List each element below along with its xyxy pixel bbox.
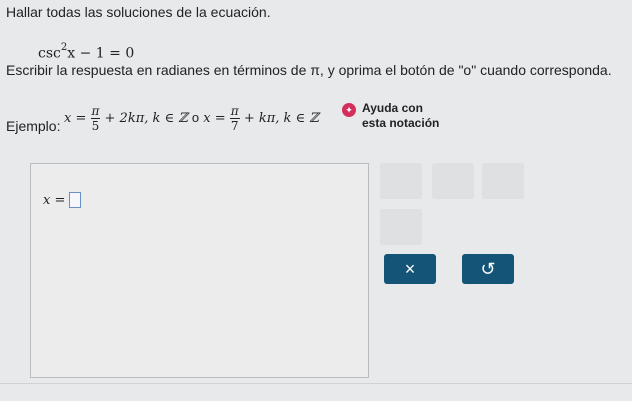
example-part1-prefix: x = bbox=[64, 111, 87, 126]
answer-line: x = bbox=[43, 192, 82, 208]
example-part1-suffix: + 2kπ, k ∈ ℤ bbox=[104, 111, 188, 126]
lightbulb-icon: ✦ bbox=[342, 103, 356, 117]
example-part2-suffix: + kπ, k ∈ ℤ bbox=[243, 111, 319, 126]
answer-input[interactable] bbox=[69, 192, 82, 208]
question-title: Hallar todas las soluciones de la ecuaci… bbox=[6, 4, 271, 20]
example-fraction-2: π 7 bbox=[229, 104, 240, 133]
example-label: Ejemplo: bbox=[6, 118, 61, 134]
example-expression: x = π 5 + 2kπ, k ∈ ℤ o x = π 7 + kπ, k ∈… bbox=[64, 104, 319, 133]
equation: csc2x − 1 = 0 bbox=[38, 42, 135, 62]
notation-help-label: Ayuda con esta notación bbox=[362, 101, 439, 131]
equation-base: csc bbox=[38, 45, 61, 62]
example-fraction-1: π 5 bbox=[90, 104, 101, 133]
divider bbox=[0, 383, 632, 384]
help-line-1: Ayuda con bbox=[362, 101, 423, 115]
fraction-2-numerator: π bbox=[229, 104, 240, 119]
fraction-2-denominator: 7 bbox=[230, 119, 239, 133]
close-icon: × bbox=[404, 258, 416, 279]
instructions: Escribir la respuesta en radianes en tér… bbox=[6, 62, 612, 78]
equation-exponent: 2 bbox=[60, 42, 68, 53]
help-line-2: esta notación bbox=[362, 116, 440, 130]
clear-button[interactable]: × bbox=[384, 254, 436, 284]
example-part2-prefix: x = bbox=[203, 111, 226, 126]
example-connector: o bbox=[191, 110, 200, 125]
notation-tool-3[interactable] bbox=[482, 163, 524, 199]
fraction-1-denominator: 5 bbox=[91, 119, 100, 133]
notation-tool-4[interactable] bbox=[380, 209, 422, 245]
answer-label: x = bbox=[43, 192, 66, 208]
undo-icon: ↺ bbox=[480, 258, 496, 279]
undo-button[interactable]: ↺ bbox=[462, 254, 514, 284]
notation-tool-1[interactable] bbox=[380, 163, 422, 199]
notation-tool-2[interactable] bbox=[432, 163, 474, 199]
equation-rest: x − 1 = 0 bbox=[67, 45, 135, 62]
fraction-1-numerator: π bbox=[90, 104, 101, 119]
notation-help-button[interactable]: ✦ Ayuda con esta notación bbox=[342, 101, 448, 131]
